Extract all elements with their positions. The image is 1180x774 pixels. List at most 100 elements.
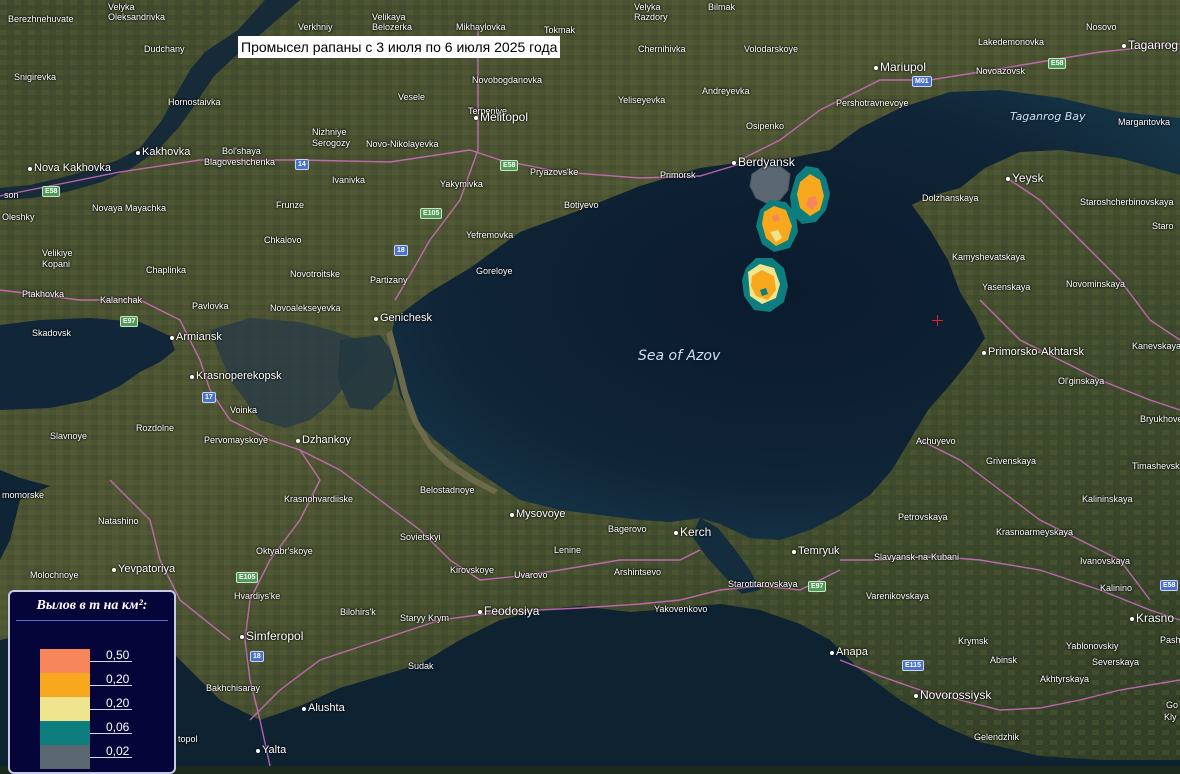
road-shield: E58: [1160, 580, 1179, 591]
place-label: Natashino: [98, 516, 139, 526]
place-label: Ivanivka: [332, 175, 366, 185]
place-label: Arshintsevo: [614, 567, 662, 577]
place-label: Achuyevo: [916, 436, 956, 446]
road-shield: E58: [1048, 58, 1067, 69]
place-label: Kalinino: [1100, 583, 1133, 593]
place-label: Yasenskaya: [982, 282, 1031, 292]
legend-swatch: [40, 721, 90, 745]
place-label: Severskaya: [1092, 657, 1140, 667]
place-dot: [190, 375, 194, 379]
place-label: Oleshky: [2, 212, 35, 222]
place-label: Armiansk: [176, 331, 222, 343]
place-label: Partizany: [370, 275, 408, 285]
place-label: Temryuk: [798, 545, 840, 557]
place-label: Nova Kakhovka: [34, 162, 112, 174]
place-label: Blagoveshchenka: [204, 157, 276, 167]
place-label: Krasno: [1136, 611, 1175, 625]
place-dot: [510, 513, 514, 517]
place-label: Kirovskoye: [450, 565, 495, 575]
place-label: Pash: [1160, 635, 1180, 645]
place-label: Dudchany: [144, 44, 185, 54]
place-label: Staro: [1152, 221, 1174, 231]
place-label: Petrovskaya: [898, 512, 948, 522]
place-label: Yeysk: [1012, 171, 1044, 185]
road-shield: M01: [912, 76, 932, 87]
place-label: Molochnoye: [30, 570, 79, 580]
place-label: Genichesk: [380, 312, 432, 324]
place-label: Bol'shaya: [222, 146, 261, 156]
place-label: Hornostaivka: [168, 97, 221, 107]
road-shield: 18: [250, 651, 264, 662]
road-shield: E97: [120, 316, 139, 327]
place-dot: [1006, 177, 1010, 181]
place-label: Snigirevka: [14, 72, 57, 82]
place-label: Krasnohvardiiske: [284, 494, 354, 504]
place-label: Sudak: [408, 661, 434, 671]
place-label: Berezhnehuvate: [8, 14, 74, 24]
place-label: Ivanovskaya: [1080, 556, 1131, 566]
legend-value: 0,20: [106, 672, 130, 686]
place-label: Lakedemonovka: [978, 37, 1045, 47]
place-label: Bilohirs'k: [340, 607, 376, 617]
place-label: Slavnoye: [50, 431, 88, 441]
place-label: Yalta: [262, 744, 287, 756]
place-label: Yefremovka: [466, 230, 514, 240]
satellite-map[interactable]: [0, 0, 1180, 766]
place-label: Melitopol: [480, 110, 529, 124]
road-shield: 18: [394, 245, 408, 256]
place-dot: [256, 749, 260, 753]
place-label: Novotroitske: [290, 269, 341, 279]
road-shield: E58: [500, 160, 519, 171]
place-dot: [674, 531, 678, 535]
place-label: Lenine: [554, 545, 582, 555]
place-label: Akhtyrskaya: [1040, 674, 1090, 684]
place-label: Bryukhovetskaya: [1140, 414, 1180, 424]
place-label: Kalanchak: [100, 295, 143, 305]
place-label: Yakymivka: [440, 179, 483, 189]
place-label: Osipenko: [746, 121, 785, 131]
place-label: Razdory: [634, 12, 668, 22]
place-label: Tokmak: [544, 25, 576, 35]
place-label: Kanevskaya: [1132, 341, 1180, 351]
place-label: Belozerka: [372, 22, 413, 32]
legend-swatch: [40, 649, 90, 673]
place-label: Feodosiya: [484, 604, 540, 618]
place-label: Bakhchisaray: [206, 683, 261, 693]
road-shield: E105: [420, 208, 443, 219]
place-label: Yeliseyevka: [618, 95, 666, 105]
place-dot: [792, 550, 796, 554]
legend-value: 0,50: [106, 648, 130, 662]
place-dot: [374, 317, 378, 321]
place-dot: [474, 116, 478, 120]
place-label: Novo-Nikolayevka: [366, 139, 439, 149]
place-label: Slavyansk-na-Kubani: [874, 552, 960, 562]
place-label: Pervomayskoye: [204, 435, 269, 445]
place-label: Gelendzhik: [974, 732, 1020, 742]
legend-divider: [16, 620, 168, 621]
place-label: Taganrog: [1128, 38, 1179, 52]
place-label: Staroshcherbinovskaya: [1080, 197, 1174, 207]
place-label: Kopani: [42, 259, 71, 269]
place-dot: [28, 167, 32, 171]
place-label: Novobogdanovka: [472, 75, 543, 85]
place-label: Novoazovsk: [976, 66, 1026, 76]
legend-swatch: [40, 673, 90, 697]
place-dot: [296, 439, 300, 443]
place-dot: [830, 651, 834, 655]
place-label: Primorsko-Akhtarsk: [988, 346, 1084, 358]
place-label: Kly: [1164, 712, 1177, 722]
place-label: Primorsk: [660, 170, 696, 180]
place-label: Varenikovskaya: [866, 591, 929, 601]
place-label: Pavlovka: [192, 301, 229, 311]
place-label: Velikiye: [42, 248, 73, 258]
place-label: Kamyshevatskaya: [952, 252, 1026, 262]
legend-swatch: [40, 745, 90, 769]
place-label: Voinka: [230, 405, 258, 415]
place-label: Bilmak: [708, 2, 736, 12]
road-shield: 14: [295, 159, 309, 170]
place-label: Novaya Mayachka: [92, 203, 167, 213]
place-label: Nosovo: [1086, 22, 1117, 32]
place-label: Novorossiysk: [920, 688, 992, 702]
place-label: Kerch: [680, 525, 712, 539]
place-dot: [302, 707, 306, 711]
